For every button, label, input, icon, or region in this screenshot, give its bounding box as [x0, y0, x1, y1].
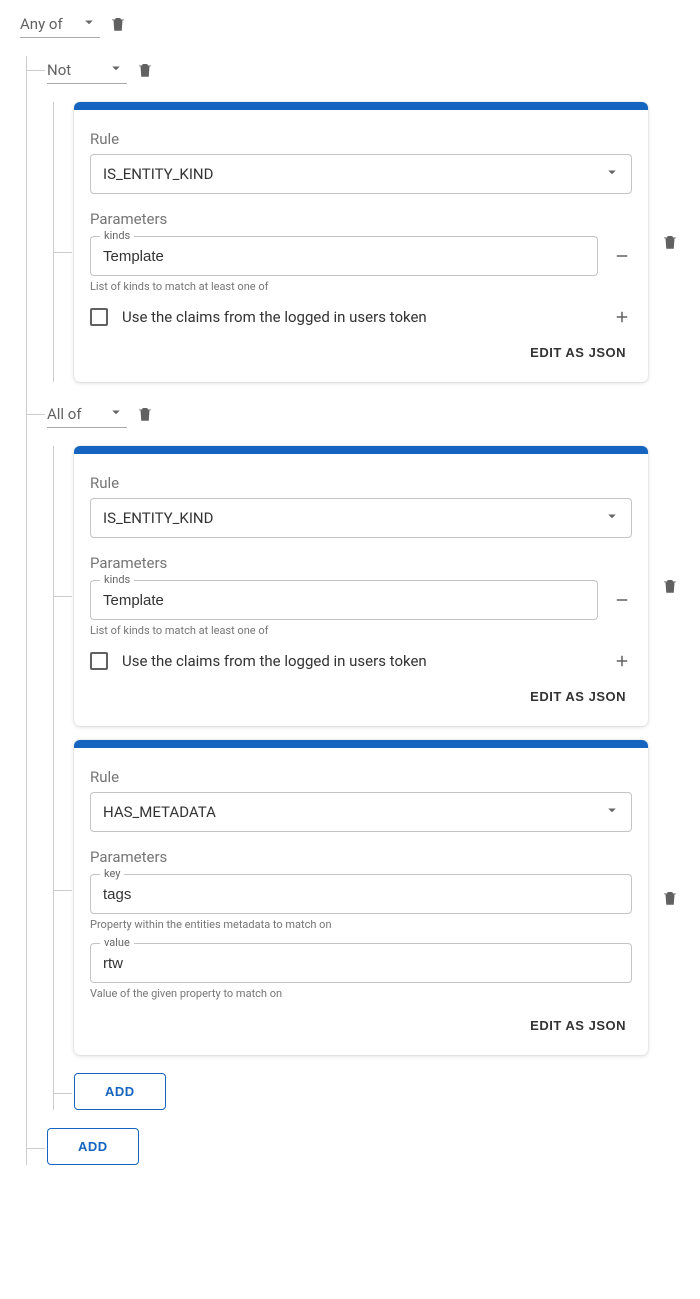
- rule-select[interactable]: HAS_METADATA: [90, 792, 632, 832]
- field-helper: List of kinds to match at least one of: [90, 280, 632, 293]
- delete-card-button[interactable]: [660, 888, 680, 908]
- field-label: value: [100, 936, 134, 949]
- delete-card-button[interactable]: [660, 232, 680, 252]
- chevron-down-icon: [80, 13, 98, 35]
- operator-dropdown[interactable]: Any of: [20, 10, 100, 38]
- rule-section-label: Rule: [90, 130, 632, 148]
- delete-card-button[interactable]: [660, 576, 680, 596]
- remove-field-button[interactable]: [612, 246, 632, 266]
- field-helper: List of kinds to match at least one of: [90, 624, 632, 637]
- kinds-input[interactable]: [90, 236, 598, 276]
- remove-field-button[interactable]: [612, 590, 632, 610]
- chevron-down-icon: [603, 163, 621, 185]
- chevron-down-icon: [603, 507, 621, 529]
- rule-card: Rule HAS_METADATA Parameters key: [74, 740, 648, 1055]
- delete-group-button[interactable]: [135, 404, 155, 424]
- use-claims-label: Use the claims from the logged in users …: [122, 308, 598, 326]
- chevron-down-icon: [107, 59, 125, 81]
- field-helper: Value of the given property to match on: [90, 987, 632, 1000]
- use-claims-checkbox[interactable]: [90, 652, 108, 670]
- rule-select[interactable]: IS_ENTITY_KIND: [90, 498, 632, 538]
- rule-value: IS_ENTITY_KIND: [103, 165, 213, 183]
- edit-as-json-button[interactable]: EDIT AS JSON: [524, 339, 632, 366]
- field-helper: Property within the entities metadata to…: [90, 918, 632, 931]
- edit-as-json-button[interactable]: EDIT AS JSON: [524, 1012, 632, 1039]
- delete-group-button[interactable]: [135, 60, 155, 80]
- rule-card: Rule IS_ENTITY_KIND Parameters kinds: [74, 446, 648, 726]
- field-label: key: [100, 867, 124, 880]
- operator-dropdown[interactable]: Not: [47, 56, 127, 84]
- params-section-label: Parameters: [90, 848, 632, 866]
- rule-value: HAS_METADATA: [103, 803, 216, 821]
- rule-value: IS_ENTITY_KIND: [103, 509, 213, 527]
- field-label: kinds: [100, 229, 134, 242]
- rule-section-label: Rule: [90, 474, 632, 492]
- add-field-button[interactable]: [612, 307, 632, 327]
- operator-label: All of: [47, 405, 82, 423]
- params-section-label: Parameters: [90, 554, 632, 572]
- use-claims-checkbox[interactable]: [90, 308, 108, 326]
- add-field-button[interactable]: [612, 651, 632, 671]
- card-accent-bar: [74, 446, 648, 454]
- operator-dropdown[interactable]: All of: [47, 400, 127, 428]
- rule-card: Rule IS_ENTITY_KIND Parameters kinds: [74, 102, 648, 382]
- operator-label: Any of: [20, 15, 63, 33]
- rule-select[interactable]: IS_ENTITY_KIND: [90, 154, 632, 194]
- add-group-button[interactable]: ADD: [47, 1128, 139, 1165]
- rule-section-label: Rule: [90, 768, 632, 786]
- edit-as-json-button[interactable]: EDIT AS JSON: [524, 683, 632, 710]
- kinds-input[interactable]: [90, 580, 598, 620]
- operator-label: Not: [47, 61, 71, 79]
- delete-group-button[interactable]: [108, 14, 128, 34]
- params-section-label: Parameters: [90, 210, 632, 228]
- card-accent-bar: [74, 102, 648, 110]
- key-input[interactable]: [90, 874, 632, 914]
- chevron-down-icon: [107, 403, 125, 425]
- chevron-down-icon: [603, 801, 621, 823]
- value-input[interactable]: [90, 943, 632, 983]
- use-claims-label: Use the claims from the logged in users …: [122, 652, 598, 670]
- card-accent-bar: [74, 740, 648, 748]
- field-label: kinds: [100, 573, 134, 586]
- add-rule-button[interactable]: ADD: [74, 1073, 166, 1110]
